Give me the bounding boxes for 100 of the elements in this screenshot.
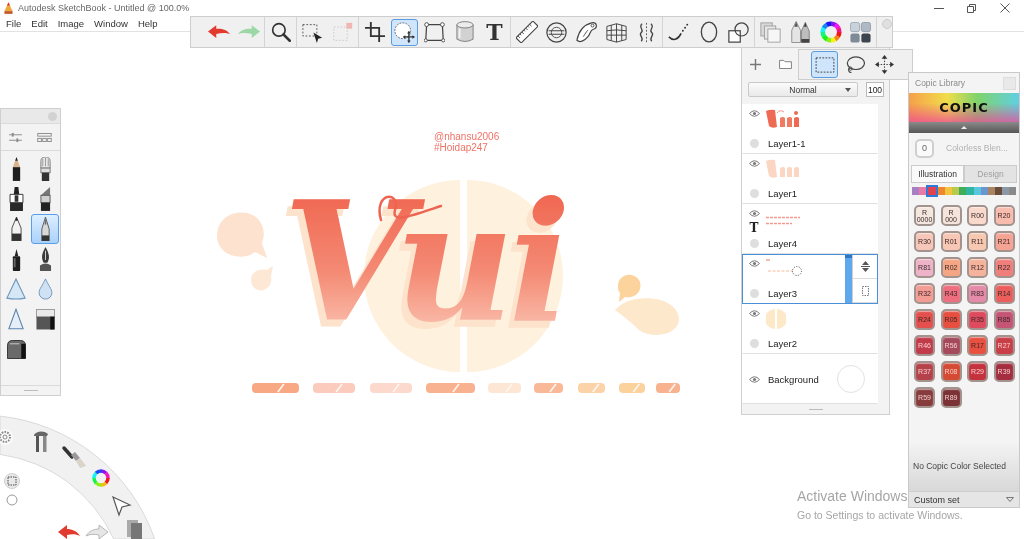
sliders-icon [8, 131, 22, 143]
color-family-tab[interactable] [966, 187, 974, 195]
color-set-dropdown[interactable]: Custom set [909, 491, 1019, 507]
arrow-cursor-icon[interactable] [112, 495, 132, 517]
text-tool-button[interactable]: T [481, 18, 508, 46]
layer-radio-button[interactable] [749, 139, 759, 149]
ellipse-icon [699, 21, 718, 43]
stacked-pages-icon[interactable] [127, 520, 142, 539]
layer-thumbnail-drawing [766, 216, 800, 226]
color-family-tab[interactable] [1008, 187, 1016, 195]
window-title: Autodesk SketchBook - Untitled @ 100.0% [18, 3, 190, 13]
blend-mode-dropdown[interactable]: Normal [748, 82, 858, 98]
dash-stroke [313, 383, 355, 393]
color-family-tab[interactable] [945, 187, 953, 195]
gear-icon[interactable] [0, 429, 13, 445]
color-family-tab[interactable] [1001, 187, 1009, 195]
layer-name: Layer4 [767, 238, 798, 250]
dash-stroke [578, 383, 605, 393]
color-family-tab[interactable] [987, 187, 995, 195]
caret-icon [961, 126, 967, 129]
circle-icon[interactable] [6, 494, 18, 506]
credit-text: @nhansu2006 [434, 131, 500, 142]
layer-thumbnail-drawing [766, 309, 786, 330]
search-icon [270, 22, 291, 42]
caret-icon [1006, 497, 1014, 502]
pen-nib-icon [39, 217, 51, 241]
brush-settings-button[interactable] [8, 131, 22, 143]
layer-radio-button[interactable] [749, 289, 759, 299]
brush-grid-icon [37, 132, 53, 142]
layer-thumbnail-drawing [766, 259, 802, 278]
layer-thumbnail-drawing [766, 159, 800, 181]
menu-item[interactable]: Window [94, 18, 128, 29]
up-down-arrows-icon [860, 261, 870, 273]
layer-radio-button[interactable] [749, 339, 759, 349]
dashed-circle-move-icon [394, 21, 415, 43]
dash-stroke [656, 383, 680, 393]
color-wheel-icon[interactable] [92, 469, 110, 487]
redo-arrow-icon[interactable] [85, 524, 109, 539]
add-layer-button[interactable] [750, 58, 761, 70]
layer-name: Layer3 [767, 288, 798, 300]
dashed-square-icon [332, 22, 353, 42]
pencil-tips-icon [790, 20, 811, 44]
folder-icon [779, 59, 792, 70]
menu-item[interactable]: Help [137, 18, 158, 29]
tools-icon[interactable] [34, 431, 48, 452]
crop-icon [364, 22, 385, 42]
marker-icon [8, 187, 24, 211]
color-family-tab[interactable] [938, 187, 946, 195]
ballpoint-pen-icon [10, 217, 22, 241]
layer-radio-button[interactable] [749, 239, 759, 249]
restore-icon [967, 3, 976, 13]
four-squares-icon [850, 21, 871, 43]
color-family-tab[interactable] [973, 187, 981, 195]
layer-name: Layer1-1 [767, 138, 806, 150]
french-curve-icon [575, 21, 598, 43]
minimize-icon [933, 7, 944, 9]
brush-button[interactable] [31, 214, 59, 244]
color-family-tab[interactable] [919, 187, 927, 195]
undo-arrow-icon[interactable] [58, 525, 80, 539]
background-color-swatch[interactable] [837, 365, 865, 394]
add-group-button[interactable] [779, 59, 792, 70]
round-brush-icon [38, 157, 52, 181]
color-family-tab[interactable] [980, 187, 988, 195]
color-wheel-icon [819, 21, 842, 43]
layer-row[interactable]: Layer3 [742, 254, 878, 305]
text-layer-icon: T [749, 222, 759, 235]
ruler-button[interactable] [513, 18, 540, 46]
color-family-tab[interactable] [959, 187, 967, 195]
activation-text: Go to Settings to activate Windows. [797, 509, 963, 522]
opacity-field[interactable]: 100 [866, 82, 884, 98]
pencil-icon [10, 157, 22, 181]
color-family-tab[interactable] [912, 187, 920, 195]
plus-icon [750, 58, 761, 70]
stacked-pages-icon [760, 21, 781, 43]
felt-pen-icon [10, 247, 22, 271]
menu-item[interactable]: Image [57, 18, 85, 29]
color-family-tab[interactable] [926, 185, 939, 197]
layer-name: Background [767, 373, 819, 385]
menu-item[interactable]: File [6, 18, 22, 29]
transform-button[interactable] [391, 18, 418, 46]
tab[interactable]: Illustration [911, 165, 964, 182]
dash-stroke [619, 383, 645, 393]
dashed-square-icon[interactable] [4, 473, 20, 489]
menu-item[interactable]: Edit [31, 18, 48, 29]
triangle-icon [8, 308, 24, 330]
paintbrush-icon[interactable] [62, 446, 86, 468]
dashed-box-icon [861, 285, 869, 296]
ink-pen-icon [38, 247, 52, 271]
blender-swatch[interactable]: 0 [915, 138, 934, 158]
caret-icon [845, 88, 851, 93]
color-family-tab[interactable] [994, 187, 1002, 195]
curve-stroke-icon [668, 21, 689, 43]
collapse-bar[interactable] [909, 122, 1019, 133]
ellipse-guide-icon [546, 21, 567, 43]
color-family-tab[interactable] [952, 187, 960, 195]
layer-radio-button[interactable] [749, 189, 759, 199]
water-drop-icon [37, 278, 53, 300]
quad-corners-icon [424, 21, 445, 43]
move-arrows-icon [875, 55, 894, 74]
dash-stroke [534, 383, 563, 393]
